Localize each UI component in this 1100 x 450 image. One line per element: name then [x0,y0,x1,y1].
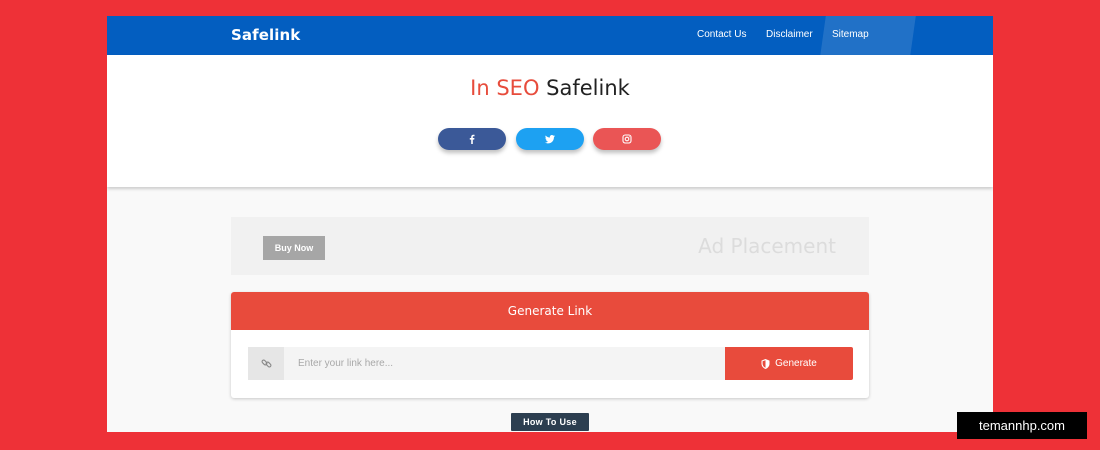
generate-button-label: Generate [775,358,817,369]
navbar: Safelink Contact Us Disclaimer Sitemap [107,16,993,55]
link-input-group: Generate [248,347,853,380]
how-to-use-button[interactable]: How To Use [511,413,589,431]
twitter-icon [545,135,555,144]
brand-logo[interactable]: Safelink [231,26,300,44]
shield-icon [761,358,770,369]
nav-disclaimer[interactable]: Disclaimer [766,29,813,40]
nav-sitemap[interactable]: Sitemap [832,29,869,40]
page-title: In SEO Safelink [107,76,993,100]
link-addon [248,347,284,380]
generate-link-header: Generate Link [231,292,869,330]
generate-link-card: Generate Link Generate [231,292,869,398]
instagram-button[interactable] [593,128,661,150]
link-input[interactable] [284,347,725,380]
generate-button[interactable]: Generate [725,347,853,380]
title-accent: In SEO [470,76,540,100]
ad-placement: Buy Now Ad Placement [231,217,869,275]
title-rest: Safelink [546,76,630,100]
twitter-button[interactable] [516,128,584,150]
ad-placement-text: Ad Placement [698,234,836,258]
hero-section: In SEO Safelink [107,55,993,187]
nav-contact-us[interactable]: Contact Us [697,29,746,40]
buy-now-button[interactable]: Buy Now [263,236,325,260]
page-frame: Safelink Contact Us Disclaimer Sitemap I… [107,16,993,432]
instagram-icon [622,134,632,144]
link-icon [261,359,271,368]
facebook-button[interactable] [438,128,506,150]
watermark: temannhp.com [957,412,1087,439]
facebook-icon [469,134,475,144]
